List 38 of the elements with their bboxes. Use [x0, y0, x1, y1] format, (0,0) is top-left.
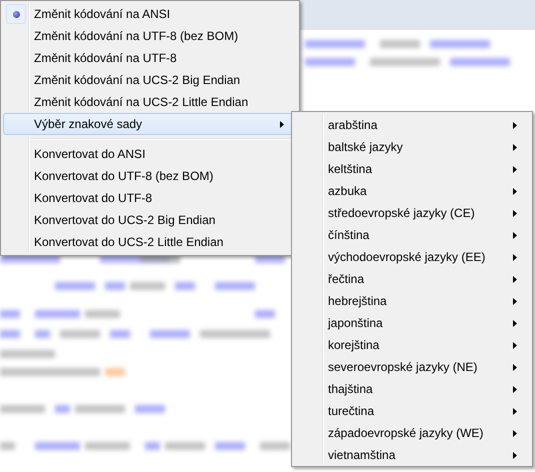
menu-item[interactable]: severoevropské jazyky (NE) — [294, 356, 530, 378]
submenu-arrow-icon — [513, 144, 517, 150]
menu-item[interactable]: Změnit kódování na UCS-2 Little Endian — [3, 91, 297, 113]
menu-item[interactable]: Změnit kódování na ANSI — [3, 3, 297, 25]
menu-item[interactable]: středoevropské jazyky (CE) — [294, 202, 530, 224]
menu-item[interactable]: východoevropské jazyky (EE) — [294, 246, 530, 268]
submenu-arrow-icon — [513, 430, 517, 436]
submenu-arrow-icon — [513, 364, 517, 370]
menu-item[interactable]: čínština — [294, 224, 530, 246]
menu-item[interactable]: Změnit kódování na UTF-8 (bez BOM) — [3, 25, 297, 47]
submenu-arrow-icon — [513, 210, 517, 216]
submenu-arrow-icon — [513, 342, 517, 348]
menu-item[interactable]: západoevropské jazyky (WE) — [294, 422, 530, 444]
submenu-arrow-icon — [513, 122, 517, 128]
submenu-arrow-icon — [513, 386, 517, 392]
submenu-arrow-icon — [513, 408, 517, 414]
menu-item[interactable]: japonština — [294, 312, 530, 334]
submenu-arrow-icon — [513, 452, 517, 458]
menu-item[interactable]: keltština — [294, 158, 530, 180]
menu-item[interactable]: Změnit kódování na UCS-2 Big Endian — [3, 69, 297, 91]
menu-item[interactable]: turečtina — [294, 400, 530, 422]
menu-item[interactable]: thajština — [294, 378, 530, 400]
submenu-arrow-icon — [513, 188, 517, 194]
menu-item[interactable]: řečtina — [294, 268, 530, 290]
submenu-arrow-icon — [513, 320, 517, 326]
submenu-arrow-icon — [513, 254, 517, 260]
submenu-arrow-icon — [513, 232, 517, 238]
submenu-arrow-icon — [280, 120, 284, 128]
menu-item[interactable]: vietnamština — [294, 444, 530, 466]
submenu-arrow-icon — [513, 166, 517, 172]
menu-item[interactable]: azbuka — [294, 180, 530, 202]
menu-item[interactable]: hebrejština — [294, 290, 530, 312]
menu-item[interactable]: arabština — [294, 114, 530, 136]
menu-item[interactable]: korejština — [294, 334, 530, 356]
submenu-arrow-icon — [513, 276, 517, 282]
submenu-arrow-icon — [513, 298, 517, 304]
menu-item[interactable]: Změnit kódování na UTF-8 — [3, 47, 297, 69]
menu-item[interactable]: baltské jazyky — [294, 136, 530, 158]
